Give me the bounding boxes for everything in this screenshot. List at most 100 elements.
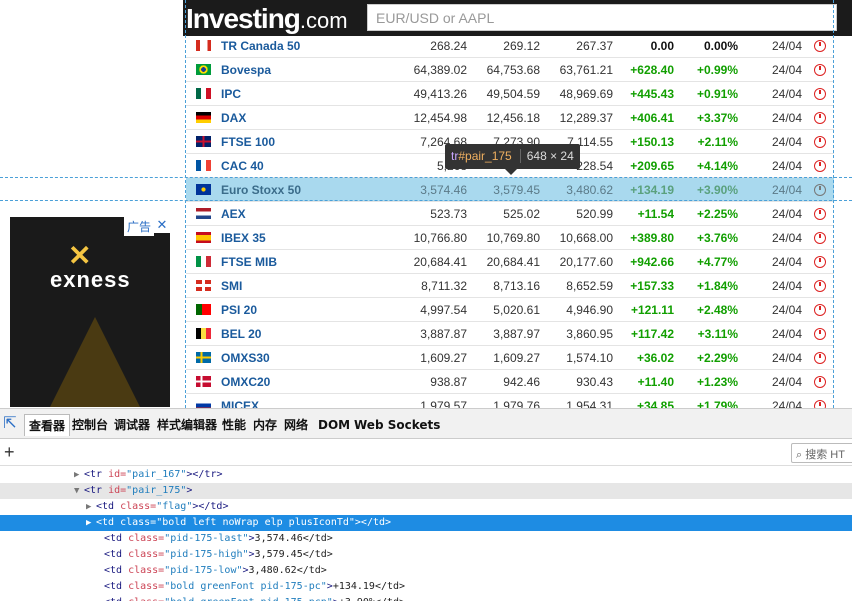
devtools-tab[interactable]: DOM [314, 414, 354, 436]
table-row[interactable]: OMXS30 1,609.27 1,609.27 1,574.10 +36.02… [186, 346, 834, 370]
expand-toggle-icon[interactable]: ▼ [74, 483, 82, 499]
table-row[interactable]: DAX 12,454.98 12,456.18 12,289.37 +406.4… [186, 106, 834, 130]
html-search-input[interactable]: ⌕ 搜索 HT [791, 443, 852, 463]
table-row[interactable]: PSI 20 4,997.54 5,020.61 4,946.90 +121.1… [186, 298, 834, 322]
markup-node[interactable]: <td class="bold greenFont pid-175-pcp">+… [0, 595, 852, 601]
time-value: 24/04 [771, 207, 802, 221]
index-name-link[interactable]: FTSE 100 [221, 130, 275, 154]
time-value: 24/04 [771, 63, 802, 77]
index-name-link[interactable]: Bovespa [221, 58, 271, 82]
table-row[interactable]: AEX 523.73 525.02 520.99 +11.54 +2.25% 2… [186, 202, 834, 226]
low-price: 20,177.60 [559, 255, 613, 269]
node-tag-close: ></tr> [186, 469, 223, 480]
index-name-link[interactable]: CAC 40 [221, 154, 264, 178]
index-name-link[interactable]: SMI [221, 274, 242, 298]
markup-node[interactable]: <td class="pid-175-last">3,574.46</td> [0, 531, 852, 547]
clock-icon [814, 112, 826, 124]
inspector-guide-bottom [0, 200, 852, 201]
last-price: 12,454.98 [413, 111, 467, 125]
index-name-link[interactable]: PSI 20 [221, 298, 257, 322]
table-row[interactable]: OMXC20 938.87 942.46 930.43 +11.40 +1.23… [186, 370, 834, 394]
change-percent: +3.90% [696, 183, 738, 197]
devtools-tab[interactable]: 控制台 [68, 414, 112, 436]
expand-toggle-icon[interactable]: ▶ [86, 515, 94, 531]
index-name-link[interactable]: FTSE MIB [221, 250, 277, 274]
time-value: 24/04 [771, 87, 802, 101]
devtools-tab[interactable]: 查看器 [24, 414, 71, 436]
table-row[interactable]: TR Canada 50 268.24 269.12 267.37 0.00 0… [186, 34, 834, 58]
markup-node[interactable]: <td class="pid-175-high">3,579.45</td> [0, 547, 852, 563]
high-price: 3,579.45 [493, 183, 540, 197]
ad-decor-triangle [50, 317, 140, 407]
ad-close-icon[interactable]: ✕ [154, 217, 170, 233]
high-price: 269.12 [503, 39, 540, 53]
high-price: 64,753.68 [486, 63, 540, 77]
devtools-tab[interactable]: 内存 [249, 414, 281, 436]
index-name-link[interactable]: DAX [221, 106, 246, 130]
low-price: 12,289.37 [559, 111, 613, 125]
add-node-button[interactable]: + [4, 442, 15, 463]
last-price: 49,413.26 [413, 87, 467, 101]
index-name-link[interactable]: IBEX 35 [221, 226, 266, 250]
table-row[interactable]: SMI 8,711.32 8,713.16 8,652.59 +157.33 +… [186, 274, 834, 298]
node-attr-value: "bold left noWrap elp plusIconTd" [156, 517, 355, 528]
ad-banner[interactable]: ✕ exness 广告 ✕ [10, 217, 170, 407]
node-attr-name: class= [114, 501, 157, 512]
devtools-tab[interactable]: Web Sockets [350, 414, 444, 436]
change-percent: +3.76% [696, 231, 738, 245]
markup-node[interactable]: ▶ <tr id="pair_167"></tr> [0, 467, 852, 483]
high-price: 12,456.18 [486, 111, 540, 125]
time-value: 24/04 [771, 39, 802, 53]
time-value: 24/04 [771, 327, 802, 341]
markup-node[interactable]: ▼ <tr id="pair_175"> [0, 483, 852, 499]
index-name-link[interactable]: AEX [221, 202, 246, 226]
index-name-link[interactable]: IPC [221, 82, 241, 106]
markup-node[interactable]: <td class="bold greenFont pid-175-pc">+1… [0, 579, 852, 595]
low-price: 48,969.69 [559, 87, 613, 101]
portugal-flag-icon [196, 304, 211, 315]
expand-toggle-icon[interactable]: ▶ [86, 499, 94, 515]
devtools-tab[interactable]: 样式编辑器 [153, 414, 221, 436]
clock-icon [814, 352, 826, 364]
index-name-link[interactable]: OMXC20 [221, 370, 270, 394]
table-row[interactable]: Euro Stoxx 50 3,574.46 3,579.45 3,480.62… [186, 178, 834, 202]
ad-label: 广告 [123, 217, 154, 236]
clock-icon [814, 400, 826, 408]
uk-flag-icon [196, 136, 211, 147]
markup-node[interactable]: ▶ <td class="bold left noWrap elp plusIc… [0, 515, 852, 531]
investing-logo[interactable]: Investing.com [186, 3, 348, 35]
element-picker-icon[interactable]: ⇱ [0, 413, 20, 435]
index-name-link[interactable]: Euro Stoxx 50 [221, 178, 301, 202]
change-value: +942.66 [630, 255, 674, 269]
change-percent: +0.99% [696, 63, 738, 77]
table-row[interactable]: MICEX 1,979.57 1,979.76 1,954.31 +34.85 … [186, 394, 834, 408]
table-row[interactable]: FTSE MIB 20,684.41 20,684.41 20,177.60 +… [186, 250, 834, 274]
table-row[interactable]: Bovespa 64,389.02 64,753.68 63,761.21 +6… [186, 58, 834, 82]
clock-icon [814, 88, 826, 100]
change-percent: +1.79% [696, 399, 738, 408]
high-price: 5,020.61 [493, 303, 540, 317]
markup-node[interactable]: ▶ <td class="flag"></td> [0, 499, 852, 515]
last-price: 64,389.02 [413, 63, 467, 77]
markup-node[interactable]: <td class="pid-175-low">3,480.62</td> [0, 563, 852, 579]
last-price: 3,887.87 [420, 327, 467, 341]
site-search-input[interactable]: EUR/USD or AAPL [367, 4, 837, 31]
low-price: 3,480.62 [566, 183, 613, 197]
low-price: 228.54 [576, 159, 613, 173]
devtools-tab[interactable]: 调试器 [110, 414, 154, 436]
index-name-link[interactable]: BEL 20 [221, 322, 261, 346]
clock-icon [814, 280, 826, 292]
table-row[interactable]: IPC 49,413.26 49,504.59 48,969.69 +445.4… [186, 82, 834, 106]
index-name-link[interactable]: MICEX [221, 394, 259, 408]
devtools-panel: ⇱ 查看器 控制台 调试器 样式编辑器 性能 内存 网络 DOM Web Sockets + ⌕… [0, 408, 852, 601]
mexico-flag-icon [196, 88, 211, 99]
index-name-link[interactable]: TR Canada 50 [221, 34, 300, 58]
change-percent: +3.37% [696, 111, 738, 125]
devtools-tab[interactable]: 网络 [280, 414, 312, 436]
node-attr-value: "pair_167" [126, 469, 187, 480]
devtools-tab[interactable]: 性能 [218, 414, 250, 436]
table-row[interactable]: BEL 20 3,887.87 3,887.97 3,860.95 +117.4… [186, 322, 834, 346]
table-row[interactable]: IBEX 35 10,766.80 10,769.80 10,668.00 +3… [186, 226, 834, 250]
expand-toggle-icon[interactable]: ▶ [74, 467, 82, 483]
index-name-link[interactable]: OMXS30 [221, 346, 270, 370]
